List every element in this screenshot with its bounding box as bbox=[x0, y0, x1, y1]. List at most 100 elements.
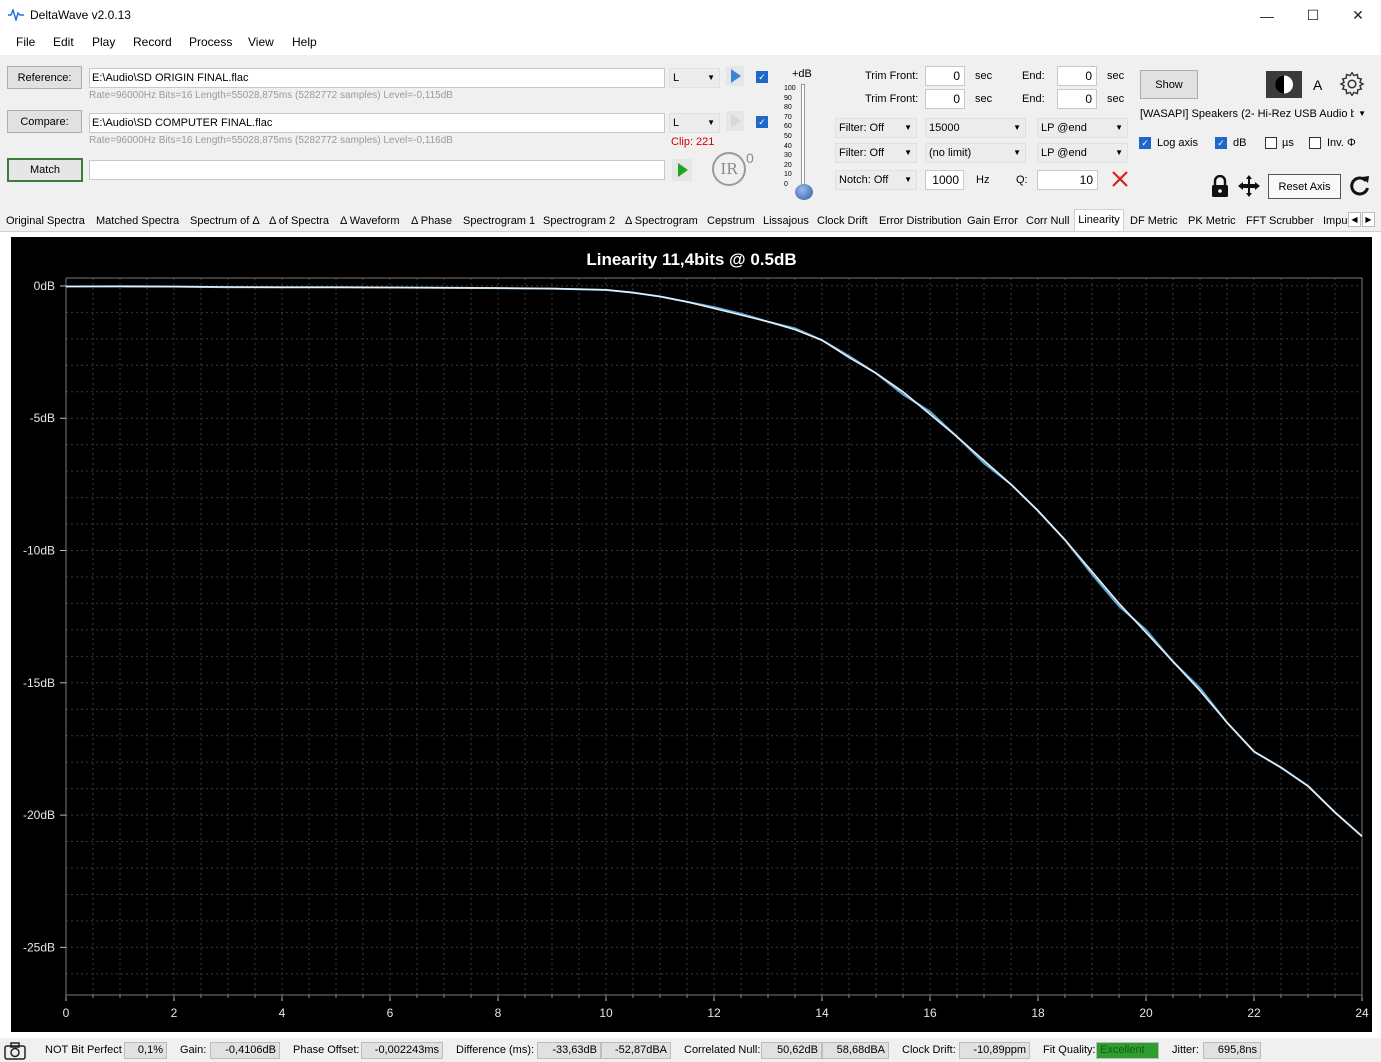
reference-enable-checkbox[interactable]: ✓ bbox=[756, 71, 768, 83]
compare-button[interactable]: Compare: bbox=[7, 110, 82, 133]
level-slider-thumb[interactable] bbox=[795, 184, 813, 200]
output-device-select[interactable]: [WASAPI] Speakers (2- Hi-Rez USB Audio b… bbox=[1137, 105, 1370, 126]
tab-cepstrum[interactable]: Cepstrum bbox=[707, 213, 755, 231]
compare-channel-select[interactable]: L ▼ bbox=[669, 113, 720, 133]
us-checkbox[interactable] bbox=[1265, 137, 1277, 149]
log-axis-checkbox[interactable]: ✓ bbox=[1139, 137, 1151, 149]
filter1-mode-select[interactable]: LP @end ▼ bbox=[1037, 118, 1128, 138]
gain-label: Gain: bbox=[180, 1044, 207, 1056]
cmp-trim-front-input[interactable]: 0 bbox=[925, 89, 965, 109]
menu-play[interactable]: Play bbox=[92, 35, 115, 49]
level-meter-tick: 90 bbox=[784, 94, 792, 102]
filter1-value: Filter: Off bbox=[839, 122, 885, 134]
chevron-down-icon: ▼ bbox=[1354, 109, 1366, 118]
tab-impulse[interactable]: Impu bbox=[1323, 213, 1347, 231]
show-button[interactable]: Show bbox=[1140, 70, 1198, 99]
gear-icon[interactable] bbox=[1339, 71, 1365, 97]
filter1-select[interactable]: Filter: Off ▼ bbox=[835, 118, 917, 138]
ref-trim-front-input[interactable]: 0 bbox=[925, 66, 965, 86]
clip-count: Clip: 221 bbox=[671, 136, 715, 148]
tab-corr-null[interactable]: Corr Null bbox=[1026, 213, 1069, 231]
difference-dba-value: -52,87dBA bbox=[601, 1042, 671, 1059]
menu-help[interactable]: Help bbox=[292, 35, 317, 49]
font-a-button[interactable]: A bbox=[1313, 77, 1322, 93]
tab-linearity[interactable]: Linearity bbox=[1074, 209, 1124, 232]
ref-trim-front-label: Trim Front: bbox=[865, 70, 919, 82]
menu-edit[interactable]: Edit bbox=[53, 35, 74, 49]
compare-path-field[interactable]: E:\Audio\SD COMPUTER FINAL.flac bbox=[89, 113, 665, 133]
level-slider-track[interactable] bbox=[801, 84, 805, 192]
minimize-button[interactable]: — bbox=[1244, 0, 1290, 31]
tab-pk-metric[interactable]: PK Metric bbox=[1188, 213, 1236, 231]
chevron-down-icon: ▼ bbox=[1115, 123, 1123, 132]
refresh-icon[interactable] bbox=[1347, 173, 1371, 199]
tab-scroll-right-icon[interactable]: ▶ bbox=[1362, 212, 1375, 227]
notch-frequency-input[interactable]: 1000 bbox=[925, 170, 964, 190]
level-meter-tick: 0 bbox=[784, 180, 788, 188]
play-match-icon[interactable] bbox=[672, 159, 692, 181]
db-checkbox[interactable]: ✓ bbox=[1215, 137, 1227, 149]
tab-spectrogram-2[interactable]: Spectrogram 2 bbox=[543, 213, 615, 231]
ir-button[interactable]: IR bbox=[712, 152, 746, 186]
ref-trim-end-unit: sec bbox=[1107, 70, 1125, 82]
tab-delta-of-spectra[interactable]: Δ of Spectra bbox=[269, 213, 329, 231]
reference-channel-select[interactable]: L ▼ bbox=[669, 68, 720, 88]
reference-button[interactable]: Reference: bbox=[7, 66, 82, 89]
invert-phase-checkbox[interactable] bbox=[1309, 137, 1321, 149]
tab-delta-waveform[interactable]: Δ Waveform bbox=[340, 213, 400, 231]
level-meter-tick: 60 bbox=[784, 123, 792, 131]
plot-frame bbox=[65, 277, 1363, 996]
cmp-trim-end-input[interactable]: 0 bbox=[1057, 89, 1097, 109]
y-tick-label: -5dB bbox=[30, 411, 55, 425]
tab-scroll-left-icon[interactable]: ◀ bbox=[1348, 212, 1361, 227]
tab-spectrogram-1[interactable]: Spectrogram 1 bbox=[463, 213, 535, 231]
tab-error-distribution[interactable]: Error Distribution bbox=[879, 213, 962, 231]
move-arrows-icon[interactable] bbox=[1236, 174, 1262, 198]
filter1-frequency-select[interactable]: 15000 ▼ bbox=[925, 118, 1026, 138]
reset-axis-button[interactable]: Reset Axis bbox=[1268, 174, 1341, 199]
notch-select[interactable]: Notch: Off ▼ bbox=[835, 170, 917, 190]
tab-spectrum-of-delta[interactable]: Spectrum of Δ bbox=[190, 213, 260, 231]
q-input[interactable]: 10 bbox=[1037, 170, 1098, 190]
ref-trim-end-input[interactable]: 0 bbox=[1057, 66, 1097, 86]
menu-process[interactable]: Process bbox=[189, 35, 232, 49]
camera-icon[interactable] bbox=[4, 1041, 26, 1061]
maximize-button[interactable]: ☐ bbox=[1290, 0, 1336, 31]
fit-quality-value: Excellent bbox=[1096, 1042, 1159, 1059]
level-meter-scale: 100 90 80 70 60 50 40 30 20 10 0 bbox=[784, 84, 796, 194]
menu-record[interactable]: Record bbox=[133, 35, 172, 49]
tab-df-metric[interactable]: DF Metric bbox=[1130, 213, 1178, 231]
menu-file[interactable]: File bbox=[16, 35, 35, 49]
bit-perfect-value: 0,1% bbox=[124, 1042, 167, 1059]
linearity-chart[interactable]: Linearity 11,4bits @ 0.5dB 0 2 4 6 8 10 12 14 16… bbox=[11, 237, 1372, 1032]
play-compare-icon[interactable] bbox=[726, 111, 744, 131]
play-reference-icon[interactable] bbox=[726, 66, 744, 86]
tab-original-spectra[interactable]: Original Spectra bbox=[6, 213, 85, 231]
clear-x-icon[interactable] bbox=[1110, 169, 1130, 189]
tab-clock-drift[interactable]: Clock Drift bbox=[817, 213, 868, 231]
compare-enable-checkbox[interactable]: ✓ bbox=[756, 116, 768, 128]
clock-drift-label: Clock Drift: bbox=[902, 1044, 956, 1056]
filter2-mode-select[interactable]: LP @end ▼ bbox=[1037, 143, 1128, 163]
match-button[interactable]: Match bbox=[7, 158, 83, 182]
tab-gain-error[interactable]: Gain Error bbox=[967, 213, 1018, 231]
menu-view[interactable]: View bbox=[248, 35, 274, 49]
chart-canvas[interactable]: 0 2 4 6 8 10 12 14 16 18 20 22 240dB-5dB-10dB-15dB-2… bbox=[11, 237, 1372, 1032]
tab-delta-phase[interactable]: Δ Phase bbox=[411, 213, 452, 231]
chevron-down-icon: ▼ bbox=[904, 123, 912, 132]
phase-offset-label: Phase Offset: bbox=[293, 1044, 360, 1056]
reference-path-field[interactable]: E:\Audio\SD ORIGIN FINAL.flac bbox=[89, 68, 665, 88]
tab-matched-spectra[interactable]: Matched Spectra bbox=[96, 213, 179, 231]
cmp-trim-end-unit: sec bbox=[1107, 93, 1125, 105]
tab-fft-scrubber[interactable]: FFT Scrubber bbox=[1246, 213, 1314, 231]
filter2-select[interactable]: Filter: Off ▼ bbox=[835, 143, 917, 163]
filter2-frequency-select[interactable]: (no limit) ▼ bbox=[925, 143, 1026, 163]
level-meter-tick: 40 bbox=[784, 142, 792, 150]
tab-delta-spectrogram[interactable]: Δ Spectrogram bbox=[625, 213, 698, 231]
close-button[interactable]: ✕ bbox=[1335, 0, 1381, 31]
contrast-icon[interactable] bbox=[1266, 71, 1302, 98]
tab-lissajous[interactable]: Lissajous bbox=[763, 213, 809, 231]
bit-perfect-label: NOT Bit Perfect bbox=[45, 1044, 122, 1056]
y-tick-label: -10dB bbox=[23, 544, 55, 558]
lock-icon[interactable] bbox=[1210, 175, 1230, 197]
